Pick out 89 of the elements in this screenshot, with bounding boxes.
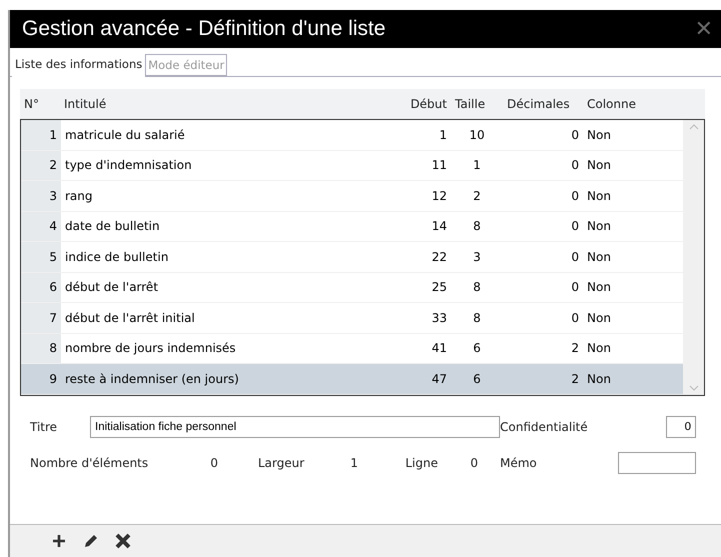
close-icon (114, 532, 132, 550)
table-cell-text: début de l'arrêt (64, 280, 160, 294)
table-cell-text: 0 (570, 250, 580, 264)
table-cell-text: Non (586, 372, 612, 386)
close-button[interactable]: ✕ (694, 16, 713, 42)
table-cell-text: reste à indemniser (en jours) (64, 372, 240, 386)
table-cell-text: Non (586, 158, 612, 172)
table-cell-text: matricule du salarié (64, 128, 186, 142)
field-value: 0 (469, 456, 478, 470)
table-cell-text: 3 (472, 250, 482, 264)
field-label: Largeur (258, 456, 306, 470)
table-cell-text: Non (586, 341, 612, 356)
table-cell-text: 8 (472, 310, 482, 325)
table-cell-text: 11 (430, 158, 448, 172)
scrollbar[interactable] (683, 120, 704, 394)
table-row[interactable]: 1 matricule du salarié 1 10 0 Non (21, 120, 683, 150)
table-cell: 2 (21, 150, 61, 180)
field-value: 0 (209, 456, 218, 470)
table-row[interactable]: 7 début de l'arrêt initial 33 8 0 Non (21, 303, 683, 334)
table-row[interactable]: 3 rang 12 2 0 Non (21, 181, 683, 212)
table-cell-text: 0 (570, 310, 580, 325)
table-cell-text: 22 (430, 250, 448, 264)
field-label: Titre (30, 420, 58, 434)
table-cell-text: Non (586, 250, 612, 264)
table-row[interactable]: 9 reste à indemniser (en jours) 47 6 2 Non (21, 364, 683, 394)
table-cell-text: Non (586, 280, 612, 294)
table-cell-text: 2 (570, 372, 580, 386)
table-cell-text: 6 (472, 341, 482, 356)
table-cell: 6 (21, 272, 61, 302)
pencil-icon (82, 532, 100, 550)
plus-icon (50, 532, 68, 550)
table-cell-text: type d'indemnisation (64, 158, 193, 172)
column-header: Décimales (506, 97, 571, 111)
field-label: Nombre d'éléments (30, 456, 150, 470)
table-cell-text: 0 (570, 188, 580, 203)
table-row[interactable]: 8 nombre de jours indemnisés 41 6 2 Non (21, 334, 683, 364)
table-cell-text: 14 (430, 219, 448, 234)
table-cell-text: 2 (472, 188, 482, 203)
table-row[interactable]: 5 indice de bulletin 22 3 0 Non (21, 242, 683, 272)
table-cell-text: 12 (430, 188, 448, 203)
table-cell-text: Non (586, 310, 612, 325)
memo-field[interactable] (618, 452, 696, 474)
column-header: Colonne (586, 97, 637, 111)
field-label: Mémo (500, 456, 538, 470)
table-cell-text: rang (64, 188, 94, 203)
table-cell: 8 (21, 334, 61, 363)
confidentiality-field[interactable]: 0 (666, 416, 696, 438)
table-row[interactable]: 6 début de l'arrêt 25 8 0 Non (21, 272, 683, 303)
column-header: Intitulé (63, 97, 108, 111)
table-cell-text: 0 (570, 158, 580, 172)
table-cell-text: 8 (472, 280, 482, 294)
field-label: Ligne (405, 456, 438, 470)
column-header: Taille (454, 97, 486, 111)
table-cell-text: 25 (430, 280, 448, 294)
column-header: N° (23, 97, 40, 111)
title-field[interactable]: Initialisation fiche personnel (90, 416, 500, 438)
table-cell-text: date de bulletin (64, 219, 161, 234)
table-cell-text: début de l'arrêt initial (64, 310, 196, 325)
field-value: 1 (349, 456, 358, 470)
table-cell-text: 10 (468, 128, 486, 142)
table-cell-text: 33 (430, 310, 448, 325)
table-cell-text: 0 (570, 219, 580, 234)
edit-button[interactable] (82, 532, 100, 550)
field-label: Confidentialité (500, 420, 589, 434)
table-cell-text: Non (586, 219, 612, 234)
table-cell-text: 0 (570, 128, 580, 142)
table-cell-text: 1 (472, 158, 482, 172)
table-row[interactable]: 4 date de bulletin 14 8 0 Non (21, 212, 683, 242)
table-cell-text: 0 (570, 280, 580, 294)
table-cell: 1 (21, 120, 61, 150)
table-row[interactable]: 2 type d'indemnisation 11 1 0 Non (21, 150, 683, 181)
table-cell-text: 47 (430, 372, 448, 386)
table-cell: 4 (21, 212, 61, 241)
table-cell-text: Non (586, 128, 612, 142)
table-cell: 5 (21, 242, 61, 272)
column-header: Début (409, 97, 448, 111)
table-cell-text: indice de bulletin (64, 250, 170, 264)
table-cell: 7 (21, 303, 61, 332)
table-cell: 3 (21, 181, 61, 210)
table-cell-text: 2 (570, 341, 580, 356)
table-cell-text: 1 (438, 128, 448, 142)
delete-button[interactable] (114, 532, 132, 550)
table-cell-text: nombre de jours indemnisés (64, 341, 237, 356)
window-title: Gestion avancée - Définition d'une liste (22, 17, 386, 41)
add-button[interactable] (50, 532, 68, 550)
table-cell-text: 8 (472, 219, 482, 234)
table-cell-text: 41 (430, 341, 448, 356)
table-cell-text: 6 (472, 372, 482, 386)
table-cell-text: Non (586, 188, 612, 203)
